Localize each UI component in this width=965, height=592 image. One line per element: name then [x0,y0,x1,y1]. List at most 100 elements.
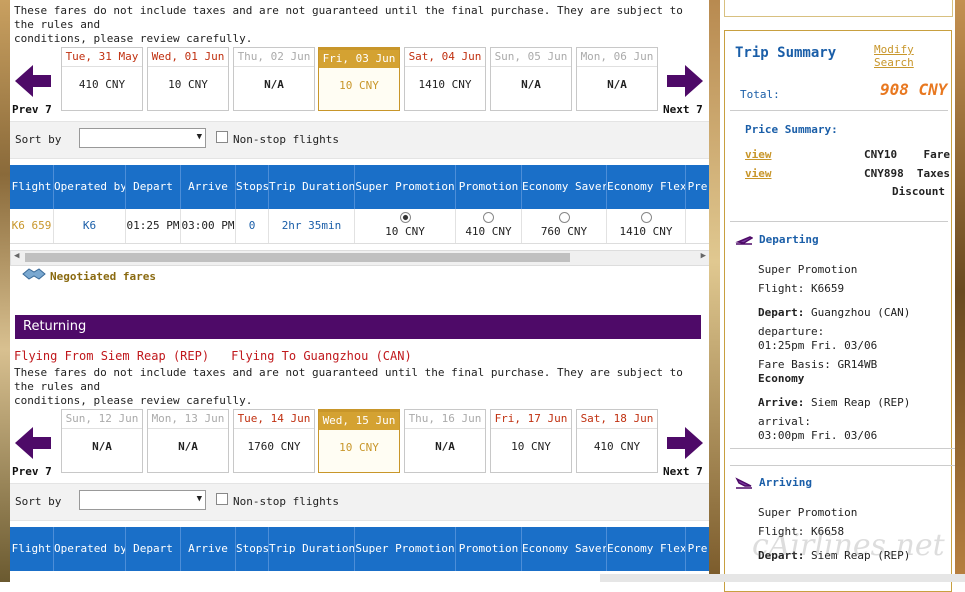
date-cell[interactable]: Tue, 31 May 410 CNY [61,47,143,111]
date-cell-date: Thu, 02 Jun [234,48,314,67]
next-week-label[interactable]: Next 7 [663,465,703,478]
divider [730,448,955,449]
column-header[interactable]: Economy Flex [607,527,686,571]
arrive-value: Siem Reap (REP) [804,396,911,409]
divider [730,221,948,222]
flight-number[interactable]: K6 659 [10,209,54,243]
returning-route: Flying From Siem Reap (REP) Flying To Gua… [14,349,412,363]
nonstop-checkbox[interactable] [216,493,228,505]
date-cell[interactable]: Sat, 04 Jun 1410 CNY [404,47,486,111]
taskbar-strip [600,574,965,582]
date-cell-date: Sat, 18 Jun [577,410,657,429]
fare-radio[interactable] [483,212,494,223]
date-cell[interactable]: Fri, 17 Jun 10 CNY [490,409,572,473]
column-header[interactable]: Economy Flex [607,165,686,209]
scroll-right-icon[interactable]: ▶ [701,251,706,261]
column-header[interactable]: Depart [126,527,181,571]
arrow-left-icon [15,65,51,97]
date-cell-price: 10 CNY [511,440,551,453]
date-cell[interactable]: Wed, 15 Jun 10 CNY [318,409,400,473]
fare-notice-line: conditions, please review carefully. [14,32,253,45]
column-header[interactable]: Pre [686,527,709,571]
fare-notice-line: These fares do not include taxes and are… [14,4,683,31]
column-header[interactable]: Trip Duration [269,527,355,571]
column-header[interactable]: Arrive [181,165,236,209]
fare-promotion[interactable]: 410 CNY [456,209,522,243]
fare-price: 410 CNY [465,225,512,238]
date-cell-price: 10 CNY [339,441,379,454]
negotiated-fares-label: Negotiated fares [50,270,156,283]
column-header[interactable]: Stops [236,165,269,209]
plane-takeoff-icon [735,236,753,245]
next-week-label[interactable]: Next 7 [663,103,703,116]
column-header[interactable]: Super Promotion [355,527,456,571]
date-cell-price: N/A [607,78,627,91]
date-cell[interactable]: Tue, 14 Jun 1760 CNY [233,409,315,473]
nonstop-checkbox[interactable] [216,131,228,143]
date-cell-price: N/A [521,78,541,91]
fare-super-promotion[interactable]: 10 CNY [355,209,456,243]
price-summary-title: Price Summary: [745,123,838,136]
fare-notice-line: conditions, please review carefully. [14,394,253,407]
date-cell-price: 410 CNY [593,440,641,453]
table-scrollbar[interactable]: ◀ ▶ [10,250,709,266]
table-row[interactable]: K6 659 K6 01:25 PM 03:00 PM 0 2hr 35min … [10,209,709,244]
view-fare-link[interactable]: view [745,148,772,161]
next-week-button[interactable] [665,63,705,103]
background-right [955,0,965,582]
column-header[interactable]: Economy Saver [522,527,607,571]
column-header[interactable]: Trip Duration [269,165,355,209]
fare-amount: CNY10 [864,148,898,161]
column-header[interactable]: Promotion [456,527,522,571]
column-header[interactable]: Economy Saver [522,165,607,209]
sort-select[interactable]: ▼ [79,490,206,510]
arrow-right-icon [667,427,703,459]
fare-economy-flex[interactable]: 1410 CNY [607,209,686,243]
prev-week-label[interactable]: Prev 7 [12,465,52,478]
operated-by[interactable]: K6 [54,209,126,243]
column-header[interactable]: Flight [10,527,54,571]
taxes-amount: CNY898 [864,167,904,180]
fare-economy-saver[interactable]: 760 CNY [522,209,607,243]
sort-select[interactable]: ▼ [79,128,206,148]
returning-title: Returning [23,319,87,334]
column-header[interactable]: Super Promotion [355,165,456,209]
nonstop-label: Non-stop flights [233,495,339,508]
departing-arrive: Arrive: Siem Reap (REP) [758,396,910,409]
prev-week-label[interactable]: Prev 7 [12,103,52,116]
prev-week-button[interactable] [13,63,53,103]
date-cell-price: 410 CNY [78,78,126,91]
date-cell[interactable]: Wed, 01 Jun 10 CNY [147,47,229,111]
background-left [0,0,10,582]
fare-radio[interactable] [399,212,411,223]
trip-summary-panel: Trip Summary Modify Search Total: 908 CN… [720,0,955,592]
fare-radio[interactable] [558,212,570,223]
trip-duration: 2hr 35min [269,209,355,243]
sort-bar: Sort by ▼ Non-stop flights [10,483,709,521]
column-header[interactable]: Pre [686,165,709,209]
date-cell: Mon, 13 Jun N/A [147,409,229,473]
scrollbar-thumb[interactable] [25,253,570,262]
discount-label: Discount [892,185,945,198]
arrow-right-icon [667,65,703,97]
column-header[interactable]: Arrive [181,527,236,571]
column-header[interactable]: Depart [126,165,181,209]
fare-label: Fare [923,148,951,161]
column-header[interactable]: Operated by [54,165,126,209]
modify-search-link[interactable]: Modify Search [874,43,955,69]
divider [730,465,955,466]
prev-week-button[interactable] [13,425,53,465]
view-taxes-link[interactable]: view [745,167,772,180]
column-header[interactable]: Operated by [54,527,126,571]
date-cell[interactable]: Sat, 18 Jun 410 CNY [576,409,658,473]
background-middle [709,0,720,582]
next-week-button[interactable] [665,425,705,465]
fare-radio[interactable] [640,212,652,223]
fare-basis: Fare Basis: GR14WB [758,358,878,371]
date-cell[interactable]: Fri, 03 Jun 10 CNY [318,47,400,111]
column-header[interactable]: Flight [10,165,54,209]
arrival-time: 03:00pm Fri. 03/06 [758,429,878,442]
column-header[interactable]: Stops [236,527,269,571]
scroll-left-icon[interactable]: ◀ [14,251,19,261]
column-header[interactable]: Promotion [456,165,522,209]
